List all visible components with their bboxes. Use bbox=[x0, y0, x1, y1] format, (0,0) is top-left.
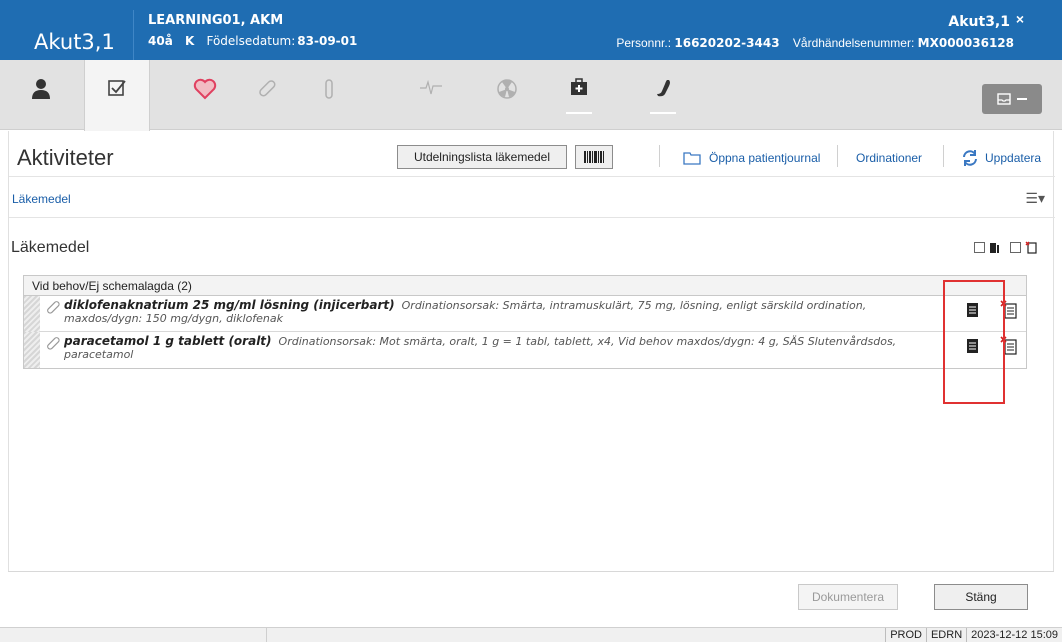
row-grip[interactable] bbox=[24, 332, 40, 368]
refresh-icon[interactable] bbox=[961, 149, 979, 167]
highlight-box bbox=[943, 280, 1005, 404]
pill-icon bbox=[47, 301, 60, 314]
section-controls bbox=[974, 241, 1037, 254]
personnr-value: 16620202-3443 bbox=[674, 36, 780, 50]
tab-underline bbox=[566, 112, 592, 114]
module-toolbar bbox=[0, 60, 1062, 131]
status-bar: PROD EDRN 2023-12-12 15:09 bbox=[0, 627, 1062, 642]
tab-lab[interactable] bbox=[296, 60, 362, 130]
status-divider bbox=[266, 628, 267, 642]
patient-sex: K bbox=[184, 34, 195, 48]
tab-care[interactable] bbox=[546, 60, 612, 130]
stang-button[interactable]: Stäng bbox=[934, 584, 1028, 610]
sub-nav-row: Läkemedel ☰▾ bbox=[9, 178, 1055, 218]
medical-kit-icon bbox=[571, 78, 587, 95]
medication-name: diklofenaknatrium 25 mg/ml lösning (inji… bbox=[64, 298, 395, 312]
tab-activities[interactable] bbox=[84, 60, 150, 131]
barcode-icon bbox=[584, 151, 604, 163]
separator bbox=[837, 145, 838, 167]
medication-name: paracetamol 1 g tablett (oralt) bbox=[64, 334, 272, 348]
personnr-label: Personnr.: bbox=[616, 36, 672, 50]
open-patient-journal-link[interactable]: Öppna patientjournal bbox=[709, 151, 820, 165]
patient-header: Akut3,1 LEARNING01, AKM 40å K Födelsedat… bbox=[0, 0, 1062, 60]
person-icon bbox=[32, 79, 50, 99]
dokumentera-button[interactable]: Dokumentera bbox=[798, 584, 898, 610]
section-title: Läkemedel bbox=[11, 239, 90, 256]
separator bbox=[659, 145, 660, 167]
row-grip[interactable] bbox=[24, 296, 40, 332]
menu-dropdown-icon[interactable]: ☰▾ bbox=[1025, 190, 1045, 207]
tab-medication[interactable] bbox=[234, 60, 300, 130]
close-icon[interactable]: × bbox=[1016, 11, 1024, 27]
vardhandelse-value: MX000036128 bbox=[917, 36, 1014, 50]
select-all-checkbox[interactable] bbox=[974, 242, 985, 253]
collapse-pill-button[interactable] bbox=[982, 84, 1042, 114]
ecg-icon bbox=[420, 79, 442, 95]
pill-icon bbox=[259, 80, 276, 97]
utdelningslista-button[interactable]: Utdelningslista läkemedel bbox=[397, 145, 567, 169]
document-icon bbox=[990, 242, 999, 253]
tab-phone[interactable] bbox=[630, 60, 696, 130]
medication-list: Vid behov/Ej schemalagda (2) diklofenakn… bbox=[23, 275, 1027, 369]
page-title: Aktiviteter bbox=[17, 145, 114, 170]
dialog-footer: Dokumentera Stäng bbox=[8, 571, 1054, 611]
status-datetime: 2023-12-12 15:09 bbox=[966, 628, 1062, 642]
phone-icon bbox=[657, 80, 670, 97]
dob-label: Födelsedatum: bbox=[206, 34, 296, 48]
unit-right: Akut3,1 bbox=[948, 14, 1010, 30]
checkbox-icon bbox=[108, 80, 126, 96]
status-env: PROD bbox=[885, 628, 926, 642]
patient-info: 40å K Födelsedatum: 83-09-01 bbox=[148, 34, 365, 48]
status-right: PROD EDRN 2023-12-12 15:09 bbox=[885, 628, 1062, 642]
heart-icon bbox=[193, 78, 217, 100]
tab-ecg[interactable] bbox=[398, 60, 464, 130]
tab-radiology[interactable] bbox=[474, 60, 540, 130]
barcode-button[interactable] bbox=[575, 145, 613, 169]
patient-dob: 83-09-01 bbox=[297, 34, 358, 48]
list-item[interactable]: diklofenaknatrium 25 mg/ml lösning (inji… bbox=[24, 296, 1026, 332]
folder-icon bbox=[683, 152, 701, 165]
test-tube-icon bbox=[325, 79, 333, 99]
lakemedel-filter-link[interactable]: Läkemedel bbox=[12, 192, 71, 206]
pill-icon bbox=[47, 337, 60, 350]
minus-icon bbox=[1017, 98, 1027, 100]
status-code: EDRN bbox=[925, 628, 966, 642]
unit-box: Akut3,1 bbox=[8, 10, 134, 60]
tab-underline bbox=[650, 112, 676, 114]
ordinationer-link[interactable]: Ordinationer bbox=[856, 151, 922, 165]
patient-name: LEARNING01, AKM bbox=[148, 13, 284, 28]
title-row: Aktiviteter Utdelningslista läkemedel Öp… bbox=[9, 131, 1055, 177]
patient-ids: Personnr.: 16620202-3443 Vårdhändelsenum… bbox=[616, 36, 1014, 50]
vardhandelse-label: Vårdhändelsenummer: bbox=[792, 36, 915, 50]
separator bbox=[943, 145, 944, 167]
uppdatera-link[interactable]: Uppdatera bbox=[985, 151, 1041, 165]
radiation-icon bbox=[497, 79, 517, 99]
medication-text: paracetamol 1 g tablett (oralt) Ordinati… bbox=[64, 334, 944, 362]
group-header: Vid behov/Ej schemalagda (2) bbox=[24, 276, 1026, 296]
unit-name: Akut3,1 bbox=[34, 30, 115, 54]
list-item[interactable]: paracetamol 1 g tablett (oralt) Ordinati… bbox=[24, 332, 1026, 368]
tab-health[interactable] bbox=[172, 60, 238, 130]
document-new-icon bbox=[1025, 241, 1037, 254]
tab-patient[interactable] bbox=[8, 60, 74, 130]
select-new-checkbox[interactable] bbox=[1010, 242, 1021, 253]
main-content: Aktiviteter Utdelningslista läkemedel Öp… bbox=[8, 131, 1055, 611]
medication-text: diklofenaknatrium 25 mg/ml lösning (inji… bbox=[64, 298, 944, 326]
patient-age: 40å bbox=[148, 34, 173, 48]
tray-icon bbox=[997, 93, 1011, 105]
